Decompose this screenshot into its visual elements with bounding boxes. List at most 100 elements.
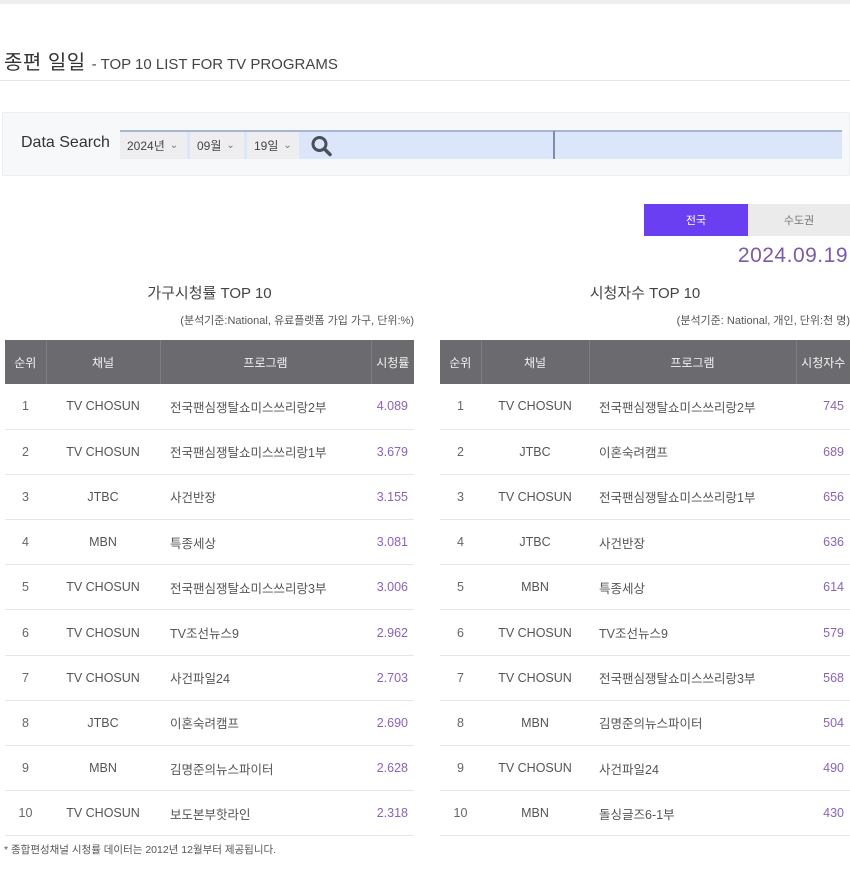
viewers-panel: 시청자수 TOP 10 (분석기준: National, 개인, 단위:천 명)… xyxy=(440,282,850,837)
rank-cell: 6 xyxy=(440,609,481,656)
viewers-note: (분석기준: National, 개인, 단위:천 명) xyxy=(676,315,850,327)
rank-cell: 8 xyxy=(440,700,481,747)
table-row: 2 TV CHOSUN 전국팬심쟁탈쇼미스쓰리랑1부 3.679 xyxy=(5,429,414,475)
channel-cell: JTBC xyxy=(481,519,589,566)
rank-cell: 5 xyxy=(440,564,481,611)
header-viewers: 시청자수 xyxy=(796,340,850,384)
table-row: 1 TV CHOSUN 전국팬심쟁탈쇼미스쓰리랑2부 745 xyxy=(440,384,850,430)
table-row: 6 TV CHOSUN TV조선뉴스9 2.962 xyxy=(5,609,414,656)
program-cell: 사건파일24 xyxy=(160,655,371,701)
channel-cell: TV CHOSUN xyxy=(46,564,160,611)
channel-cell: TV CHOSUN xyxy=(46,429,160,475)
rank-cell: 6 xyxy=(5,609,46,656)
value-cell: 3.155 xyxy=(371,474,414,521)
table-row: 8 JTBC 이혼숙려캠프 2.690 xyxy=(5,700,414,747)
table-row: 3 JTBC 사건반장 3.155 xyxy=(5,474,414,521)
table-header-row: 순위 채널 프로그램 시청률 xyxy=(5,340,414,384)
table-header-row: 순위 채널 프로그램 시청자수 xyxy=(440,340,850,384)
program-cell: 전국팬심쟁탈쇼미스쓰리랑3부 xyxy=(160,564,371,611)
value-cell: 490 xyxy=(796,745,850,792)
data-search-label: Data Search xyxy=(21,134,110,151)
month-select[interactable]: 09월 ⌄ xyxy=(190,132,244,159)
program-cell: 돌싱글즈6-1부 xyxy=(589,790,796,837)
rank-cell: 7 xyxy=(440,655,481,701)
footnote: * 종합편성채널 시청률 데이터는 2012년 12월부터 제공됩니다. xyxy=(4,844,277,856)
top-strip xyxy=(0,0,850,4)
rank-cell: 3 xyxy=(5,474,46,521)
household-rating-panel: 가구시청률 TOP 10 (분석기준:National, 유료플랫폼 가입 가구… xyxy=(5,282,414,837)
rank-cell: 7 xyxy=(5,655,46,701)
table-row: 4 JTBC 사건반장 636 xyxy=(440,519,850,566)
program-cell: 특종세상 xyxy=(589,564,796,611)
household-rating-title: 가구시청률 TOP 10 xyxy=(147,285,272,302)
household-rating-table: 순위 채널 프로그램 시청률 1 TV CHOSUN 전국팬심쟁탈쇼미스쓰리랑2부 4… xyxy=(5,340,414,837)
header-rating: 시청률 xyxy=(371,340,414,384)
value-cell: 504 xyxy=(796,700,850,747)
table-row: 1 TV CHOSUN 전국팬심쟁탈쇼미스쓰리랑2부 4.089 xyxy=(5,384,414,430)
table-row: 9 TV CHOSUN 사건파일24 490 xyxy=(440,745,850,792)
table-row: 10 TV CHOSUN 보도본부핫라인 2.318 xyxy=(5,790,414,837)
program-cell: 특종세상 xyxy=(160,519,371,566)
table-row: 4 MBN 특종세상 3.081 xyxy=(5,519,414,566)
program-cell: 이혼숙려캠프 xyxy=(160,700,371,747)
data-search-panel: Data Search 2024년 ⌄ 09월 ⌄ 19일 ⌄ xyxy=(2,112,850,176)
channel-cell: TV CHOSUN xyxy=(481,384,589,430)
value-cell: 4.089 xyxy=(371,384,414,430)
table-row: 2 JTBC 이혼숙려캠프 689 xyxy=(440,429,850,475)
channel-cell: MBN xyxy=(46,519,160,566)
table-row: 7 TV CHOSUN 전국팬심쟁탈쇼미스쓰리랑3부 568 xyxy=(440,655,850,701)
header-channel: 채널 xyxy=(46,340,161,384)
day-select[interactable]: 19일 ⌄ xyxy=(247,132,299,159)
table-row: 3 TV CHOSUN 전국팬심쟁탈쇼미스쓰리랑1부 656 xyxy=(440,474,850,521)
rank-cell: 10 xyxy=(440,790,481,837)
rank-cell: 4 xyxy=(5,519,46,566)
page-title-korean: 종편 일일 xyxy=(4,52,86,74)
program-cell: 김명준의뉴스파이터 xyxy=(589,700,796,747)
channel-cell: MBN xyxy=(481,790,589,837)
tab-capital-area[interactable]: 수도권 xyxy=(748,204,850,236)
rank-cell: 9 xyxy=(440,745,481,792)
chevron-down-icon: ⌄ xyxy=(226,140,235,151)
page-title: 종편 일일 - TOP 10 LIST FOR TV PROGRAMS xyxy=(4,46,338,76)
value-cell: 745 xyxy=(796,384,850,430)
month-select-value: 09월 xyxy=(197,139,222,153)
value-cell: 2.690 xyxy=(371,700,414,747)
channel-cell: TV CHOSUN xyxy=(46,655,160,701)
rank-cell: 1 xyxy=(5,384,46,430)
search-icon[interactable] xyxy=(310,135,334,157)
value-cell: 3.679 xyxy=(371,429,414,475)
value-cell: 614 xyxy=(796,564,850,611)
year-select[interactable]: 2024년 ⌄ xyxy=(120,132,187,159)
tab-nationwide[interactable]: 전국 xyxy=(644,204,748,236)
channel-cell: MBN xyxy=(46,745,160,792)
channel-cell: JTBC xyxy=(46,700,160,747)
rank-cell: 2 xyxy=(5,429,46,475)
table-row: 8 MBN 김명준의뉴스파이터 504 xyxy=(440,700,850,747)
viewers-title: 시청자수 TOP 10 xyxy=(589,285,701,302)
region-tabs: 전국 수도권 xyxy=(644,204,850,236)
program-cell: 보도본부핫라인 xyxy=(160,790,371,837)
header-rank: 순위 xyxy=(440,340,482,384)
day-select-value: 19일 xyxy=(254,139,279,153)
chevron-down-icon: ⌄ xyxy=(283,140,292,151)
value-cell: 2.628 xyxy=(371,745,414,792)
table-row: 10 MBN 돌싱글즈6-1부 430 xyxy=(440,790,850,837)
value-cell: 568 xyxy=(796,655,850,701)
program-cell: 전국팬심쟁탈쇼미스쓰리랑2부 xyxy=(589,384,796,430)
channel-cell: TV CHOSUN xyxy=(481,655,589,701)
rank-cell: 4 xyxy=(440,519,481,566)
value-cell: 3.006 xyxy=(371,564,414,611)
table-row: 7 TV CHOSUN 사건파일24 2.703 xyxy=(5,655,414,701)
value-cell: 636 xyxy=(796,519,850,566)
value-cell: 689 xyxy=(796,429,850,475)
program-cell: TV조선뉴스9 xyxy=(160,609,371,656)
header-program: 프로그램 xyxy=(589,340,797,384)
header-channel: 채널 xyxy=(481,340,590,384)
header-rank: 순위 xyxy=(5,340,47,384)
title-divider xyxy=(0,80,850,81)
viewers-table: 순위 채널 프로그램 시청자수 1 TV CHOSUN 전국팬심쟁탈쇼미스쓰리랑2부… xyxy=(440,340,850,837)
program-cell: 전국팬심쟁탈쇼미스쓰리랑1부 xyxy=(589,474,796,521)
program-cell: 전국팬심쟁탈쇼미스쓰리랑1부 xyxy=(160,429,371,475)
text-cursor xyxy=(553,131,555,159)
table-row: 6 TV CHOSUN TV조선뉴스9 579 xyxy=(440,609,850,656)
